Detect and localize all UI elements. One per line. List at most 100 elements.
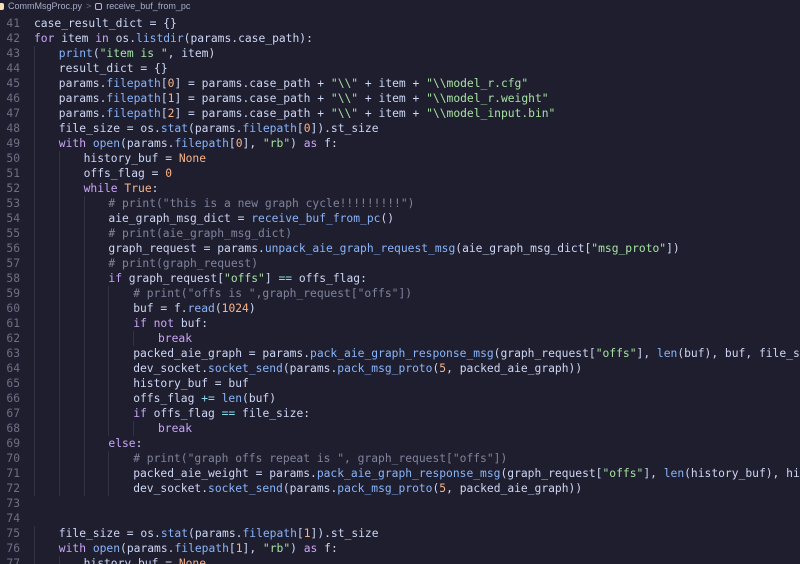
code-token: file_size = os. bbox=[58, 122, 161, 135]
line-number: 54 bbox=[6, 212, 20, 225]
code-token: not bbox=[153, 317, 175, 330]
indent-guide bbox=[108, 346, 110, 361]
code-line[interactable]: 57 # print(graph_request) bbox=[0, 256, 800, 271]
code-text: params.filepath[2] = params.case_path + … bbox=[59, 106, 556, 121]
code-token: pack_aie_graph_response_msg bbox=[310, 347, 494, 360]
code-line[interactable]: 77 history_buf = None bbox=[0, 556, 800, 564]
code-line[interactable]: 55 # print(aie_graph_msg_dict) bbox=[0, 226, 800, 241]
code-line[interactable]: 64 dev_socket.socket_send(params.pack_msg… bbox=[0, 361, 800, 376]
code-token: ( bbox=[92, 47, 100, 60]
code-line[interactable]: 53 # print("this is a new graph cycle!!!!… bbox=[0, 196, 800, 211]
code-token: if bbox=[133, 317, 147, 330]
code-token: () bbox=[380, 212, 395, 225]
code-token: (params. bbox=[282, 362, 338, 375]
indent-guide bbox=[34, 166, 35, 181]
code-line[interactable]: 58 if graph_request["offs"] == offs_flag: bbox=[0, 271, 800, 286]
code-line[interactable]: 42 for item in os.listdir(params.case_pat… bbox=[0, 31, 800, 46]
code-line[interactable]: 44 result_dict = {} bbox=[0, 61, 800, 76]
indent-guide bbox=[58, 211, 60, 226]
indent-guide bbox=[58, 361, 60, 376]
code-token: ) bbox=[290, 137, 304, 150]
code-token: ], bbox=[636, 347, 657, 360]
code-line[interactable]: 45 params.filepath[0] = params.case_path … bbox=[0, 76, 800, 91]
code-token: ], bbox=[242, 542, 263, 555]
code-token: "offs" bbox=[224, 272, 265, 285]
code-token: len bbox=[663, 467, 685, 480]
code-token: case_result_dict = {} bbox=[34, 17, 177, 30]
code-line[interactable]: 46 params.filepath[1] = params.case_path … bbox=[0, 91, 800, 106]
code-token: socket_send bbox=[208, 362, 283, 375]
code-line[interactable]: 60 buf = f.read(1024) bbox=[0, 301, 800, 316]
code-token: # print("offs is ",graph_request["offs"]… bbox=[133, 287, 413, 300]
indent-guide bbox=[34, 226, 35, 241]
indent-guide bbox=[133, 421, 135, 436]
indent-guide bbox=[108, 391, 110, 406]
code-line[interactable]: 70 # print("graph offs repeat is ", graph… bbox=[0, 451, 800, 466]
code-line[interactable]: 74 bbox=[0, 511, 800, 526]
code-token: graph_request = params. bbox=[108, 242, 265, 255]
breadcrumb-file[interactable]: CommMsgProc.py bbox=[8, 1, 82, 11]
indent-guide bbox=[83, 226, 85, 241]
code-line[interactable]: 75 file_size = os.stat(params.filepath[1]… bbox=[0, 526, 800, 541]
code-line[interactable]: 73 bbox=[0, 496, 800, 511]
line-number: 72 bbox=[6, 482, 20, 495]
code-text: file_size = os.stat(params.filepath[0]).… bbox=[59, 121, 379, 136]
code-token: [ bbox=[160, 92, 168, 105]
code-line[interactable]: 67 if offs_flag == file_size: bbox=[0, 406, 800, 421]
indent-guide bbox=[34, 346, 35, 361]
code-token: pack_aie_graph_response_msg bbox=[316, 467, 501, 480]
line-number: 56 bbox=[6, 242, 20, 255]
code-line[interactable]: 63 packed_aie_graph = params.pack_aie_gra… bbox=[0, 346, 800, 361]
line-number: 70 bbox=[6, 452, 20, 465]
indent-guide bbox=[108, 301, 110, 316]
code-line[interactable]: 62 break bbox=[0, 331, 800, 346]
code-line[interactable]: 61 if not buf: bbox=[0, 316, 800, 331]
code-token: packed_aie_weight = params. bbox=[133, 467, 317, 480]
line-number: 68 bbox=[6, 422, 20, 435]
code-line[interactable]: 54 aie_graph_msg_dict = receive_buf_from_… bbox=[0, 211, 800, 226]
breadcrumb-separator: > bbox=[86, 1, 92, 11]
code-token: + item + bbox=[358, 107, 427, 120]
code-editor[interactable]: 41 case_result_dict = {} 42 for item in os.… bbox=[0, 12, 800, 564]
code-line[interactable]: 48 file_size = os.stat(params.filepath[0]… bbox=[0, 121, 800, 136]
code-line[interactable]: 72 dev_socket.socket_send(params.pack_msg… bbox=[0, 481, 800, 496]
line-number: 65 bbox=[6, 377, 20, 390]
code-line[interactable]: 59 # print("offs is ",graph_request["offs… bbox=[0, 286, 800, 301]
line-number: 41 bbox=[6, 17, 20, 30]
code-text: else: bbox=[108, 436, 142, 451]
code-text: break bbox=[158, 331, 192, 346]
indent-guide bbox=[58, 421, 60, 436]
code-line[interactable]: 68 break bbox=[0, 421, 800, 436]
code-line[interactable]: 76 with open(params.filepath[1], "rb") as… bbox=[0, 541, 800, 556]
code-line[interactable]: 65 history_buf = buf bbox=[0, 376, 800, 391]
code-line[interactable]: 43 print("item is ", item) bbox=[0, 46, 800, 61]
indent-guide bbox=[58, 406, 60, 421]
code-text: result_dict = {} bbox=[59, 61, 168, 76]
code-line[interactable]: 47 params.filepath[2] = params.case_path … bbox=[0, 106, 800, 121]
code-line[interactable]: 50 history_buf = None bbox=[0, 151, 800, 166]
code-line[interactable]: 51 offs_flag = 0 bbox=[0, 166, 800, 181]
code-line[interactable]: 71 packed_aie_weight = params.pack_aie_gr… bbox=[0, 466, 800, 481]
code-token: packed_aie_graph = params. bbox=[133, 347, 311, 360]
code-text: history_buf = None bbox=[84, 556, 206, 564]
indent-guide bbox=[58, 166, 60, 181]
code-text: if offs_flag == file_size: bbox=[133, 406, 310, 421]
breadcrumb-symbol[interactable]: receive_buf_from_pc bbox=[106, 1, 190, 11]
line-number: 71 bbox=[6, 467, 20, 480]
code-token: in bbox=[95, 32, 109, 45]
code-line[interactable]: 49 with open(params.filepath[0], "rb") as… bbox=[0, 136, 800, 151]
indent-guide bbox=[34, 286, 35, 301]
line-number: 62 bbox=[6, 332, 20, 345]
code-line[interactable]: 52 while True: bbox=[0, 181, 800, 196]
code-token: as bbox=[303, 137, 318, 150]
code-line[interactable]: 66 offs_flag += len(buf) bbox=[0, 391, 800, 406]
code-token: offs_flag = bbox=[83, 167, 166, 180]
code-line[interactable]: 41 case_result_dict = {} bbox=[0, 16, 800, 31]
code-text: graph_request = params.unpack_aie_graph_… bbox=[108, 241, 679, 256]
indent-guide bbox=[58, 226, 60, 241]
line-number: 66 bbox=[6, 392, 20, 405]
code-line[interactable]: 56 graph_request = params.unpack_aie_grap… bbox=[0, 241, 800, 256]
indent-guide bbox=[34, 391, 35, 406]
code-token: ) bbox=[248, 302, 256, 315]
code-line[interactable]: 69 else: bbox=[0, 436, 800, 451]
